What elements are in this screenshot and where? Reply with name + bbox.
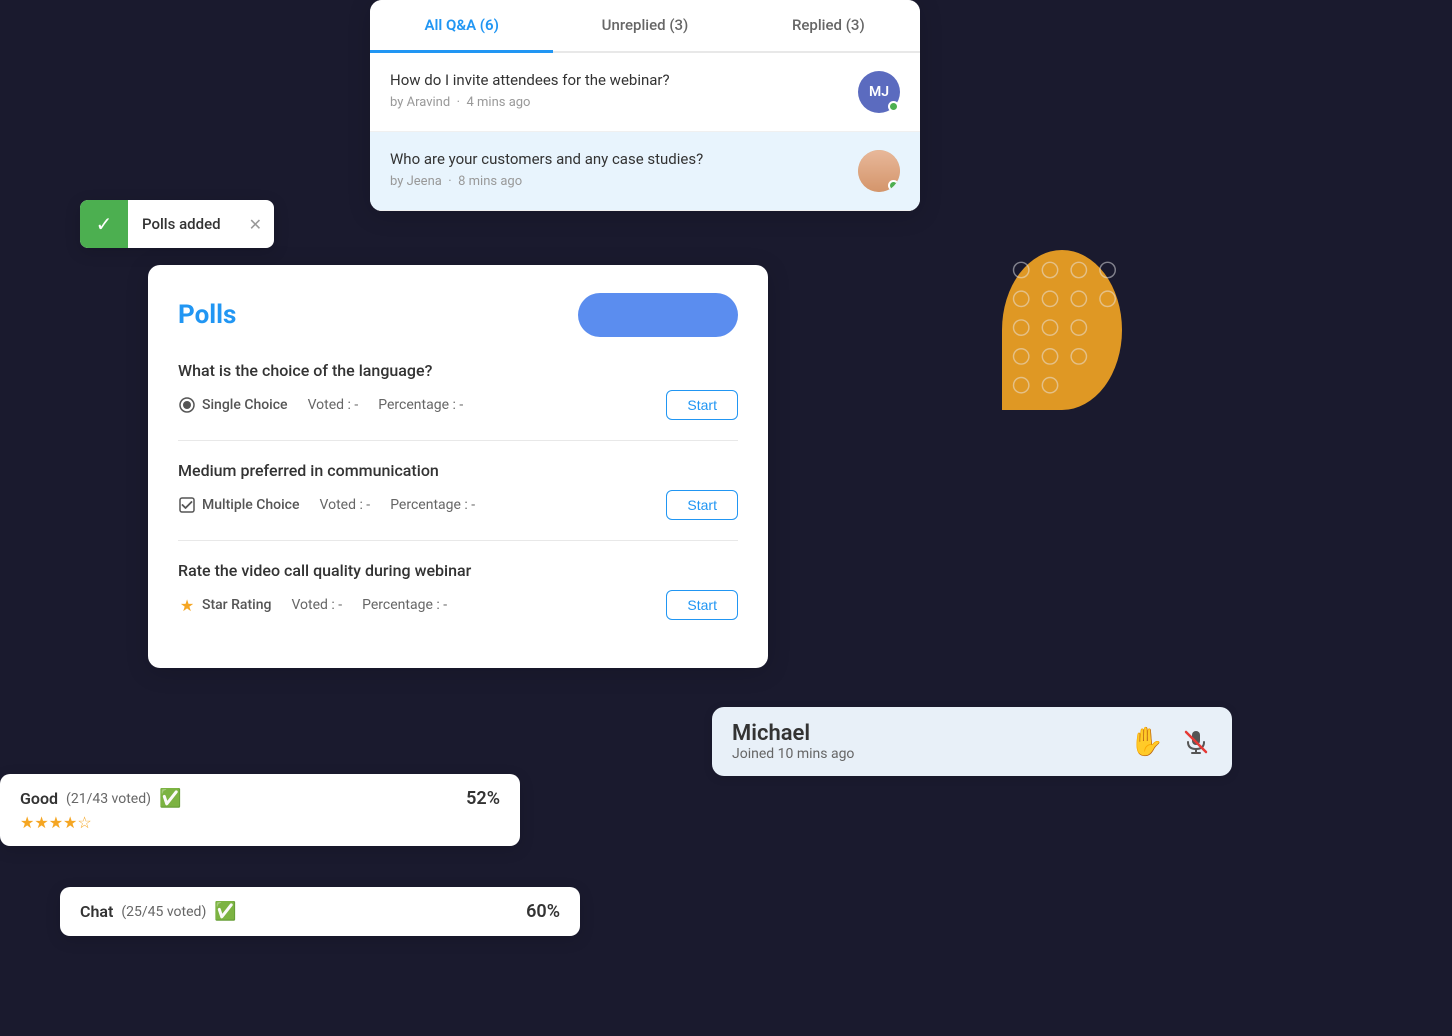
online-indicator-2 [888,180,899,191]
qa-question-meta-2: by Jeena · 8 mins ago [390,174,846,189]
vote-label-good: Good (21/43 voted) ✅ [20,788,181,809]
avatar-mj: MJ [858,71,900,113]
poll-start-button-3[interactable]: Start [666,590,738,620]
polls-title: Polls [178,300,236,330]
avatar-jeena [858,150,900,192]
vote-card-chat: Chat (25/45 voted) ✅ 60% [60,887,580,936]
poll-item-2: Medium preferred in communication Multip… [178,461,738,541]
radio-icon [178,396,196,414]
vote-stars-good: ★★★★☆ [20,813,500,832]
qa-question-meta-1: by Aravind · 4 mins ago [390,95,846,110]
vote-check-chat: ✅ [214,901,236,922]
qa-question-text-1: How do I invite attendees for the webina… [390,71,846,89]
michael-info: Michael Joined 10 mins ago [732,721,1113,762]
poll-percentage-1: Percentage : - [378,397,463,413]
vote-percent-chat: 60% [526,901,560,922]
qa-question-content-1: How do I invite attendees for the webina… [390,71,846,110]
poll-percentage-2: Percentage : - [390,497,475,513]
poll-type-3: ★ Star Rating [178,596,271,614]
vote-label-chat: Chat (25/45 voted) ✅ [80,901,237,922]
michael-notification: Michael Joined 10 mins ago ✋ [712,707,1232,776]
raise-hand-icon[interactable]: ✋ [1129,725,1164,758]
vote-count-good: (21/43 voted) [66,791,151,807]
tab-unreplied[interactable]: Unreplied (3) [553,0,736,53]
checkbox-icon [178,496,196,514]
poll-meta-2: Multiple Choice Voted : - Percentage : -… [178,490,738,520]
michael-meta: Joined 10 mins ago [732,746,1113,762]
poll-question-3: Rate the video call quality during webin… [178,561,738,580]
polls-header: Polls [178,293,738,337]
poll-start-button-2[interactable]: Start [666,490,738,520]
poll-question-2: Medium preferred in communication [178,461,738,480]
polls-panel: Polls What is the choice of the language… [148,265,768,668]
qa-question-2[interactable]: Who are your customers and any case stud… [370,132,920,211]
toast-notification: ✓ Polls added ✕ [80,200,274,248]
poll-item-1: What is the choice of the language? Sing… [178,361,738,441]
toast-check-icon: ✓ [80,200,128,248]
michael-icons: ✋ [1129,725,1212,758]
circles-pattern [1002,250,1122,410]
poll-meta-1: Single Choice Voted : - Percentage : - S… [178,390,738,420]
poll-voted-2: Voted : - [319,497,370,513]
poll-item-3: Rate the video call quality during webin… [178,561,738,640]
toast-message: Polls added [128,215,237,233]
qa-question-text-2: Who are your customers and any case stud… [390,150,846,168]
tab-replied[interactable]: Replied (3) [737,0,920,53]
poll-voted-1: Voted : - [308,397,359,413]
poll-start-button-1[interactable]: Start [666,390,738,420]
star-icon: ★ [178,596,196,614]
vote-card-good: Good (21/43 voted) ✅ 52% ★★★★☆ [0,774,520,846]
michael-name: Michael [732,721,1113,746]
poll-type-2: Multiple Choice [178,496,299,514]
qa-question-content-2: Who are your customers and any case stud… [390,150,846,189]
tab-all-qa[interactable]: All Q&A (6) [370,0,553,53]
poll-type-1: Single Choice [178,396,288,414]
vote-percent-good: 52% [466,788,500,809]
toast-close-button[interactable]: ✕ [237,215,274,234]
poll-meta-3: ★ Star Rating Voted : - Percentage : - S… [178,590,738,620]
decorative-shape [1002,250,1122,410]
poll-question-1: What is the choice of the language? [178,361,738,380]
online-indicator [888,101,899,112]
qa-tabs: All Q&A (6) Unreplied (3) Replied (3) [370,0,920,53]
poll-voted-3: Voted : - [291,597,342,613]
vote-row-chat: Chat (25/45 voted) ✅ 60% [80,901,560,922]
poll-percentage-3: Percentage : - [362,597,447,613]
vote-row-good: Good (21/43 voted) ✅ 52% [20,788,500,809]
vote-count-chat: (25/45 voted) [121,904,206,920]
polls-add-button[interactable] [578,293,738,337]
qa-question-1[interactable]: How do I invite attendees for the webina… [370,53,920,132]
qa-panel: All Q&A (6) Unreplied (3) Replied (3) Ho… [370,0,920,211]
vote-check-good: ✅ [159,788,181,809]
mic-muted-icon[interactable] [1180,726,1212,758]
